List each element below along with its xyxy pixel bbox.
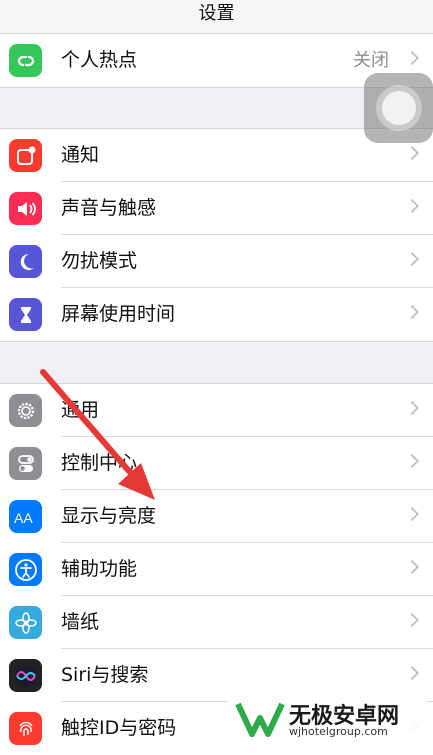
chevron-right-icon: [404, 50, 420, 66]
watermark-url: wjhotelgroup.com: [289, 725, 388, 738]
notifications-icon: [9, 139, 42, 172]
row-label: 通知: [61, 144, 100, 166]
hotspot-icon: [9, 44, 42, 77]
settings-row-sound[interactable]: 声音与触感: [0, 182, 433, 235]
watermark-logo-icon: [235, 702, 285, 737]
chevron-right-icon: [404, 198, 420, 214]
fingerprint-icon: [9, 712, 42, 745]
row-label: 控制中心: [61, 452, 138, 474]
assistive-touch-dot: [381, 91, 416, 125]
accessibility-icon: [9, 553, 42, 586]
row-label: 通用: [61, 399, 100, 421]
display-aa-icon: AA: [9, 500, 42, 533]
settings-row-do-not-disturb[interactable]: 勿扰模式: [0, 235, 433, 288]
siri-icon: [9, 659, 42, 692]
row-label: 墙纸: [61, 611, 100, 633]
row-label: 勿扰模式: [61, 250, 138, 272]
settings-row-wallpaper[interactable]: 墙纸: [0, 596, 433, 649]
settings-row-screen-time[interactable]: 屏幕使用时间: [0, 288, 433, 341]
watermark: 无极安卓网 wjhotelgroup.com: [227, 696, 427, 742]
moon-icon: [9, 245, 42, 278]
chevron-right-icon: [404, 506, 420, 522]
settings-row-control-center[interactable]: 控制中心: [0, 437, 433, 490]
chevron-right-icon: [404, 612, 420, 628]
settings-row-general[interactable]: 通用: [0, 384, 433, 437]
gear-icon: [9, 394, 42, 427]
svg-text:AA: AA: [14, 510, 33, 526]
toggles-icon: [9, 447, 42, 480]
row-label: 辅助功能: [61, 558, 138, 580]
row-label: 声音与触感: [61, 197, 157, 219]
chevron-right-icon: [404, 559, 420, 575]
chevron-right-icon: [404, 400, 420, 416]
row-label: 触控ID与密码: [61, 717, 177, 739]
group-notifications: 通知 声音与触感 勿扰模式 屏幕使用时间: [0, 128, 433, 342]
row-label: Siri与搜索: [61, 664, 149, 686]
settings-row-display[interactable]: AA 显示与亮度: [0, 490, 433, 543]
chevron-right-icon: [404, 304, 420, 320]
settings-row-siri[interactable]: Siri与搜索: [0, 649, 433, 702]
row-label: 显示与亮度: [61, 505, 157, 527]
settings-row-accessibility[interactable]: 辅助功能: [0, 543, 433, 596]
sound-icon: [9, 192, 42, 225]
hourglass-icon: [9, 298, 42, 331]
chevron-right-icon: [404, 665, 420, 681]
flower-icon: [9, 606, 42, 639]
chevron-right-icon: [404, 251, 420, 267]
assistive-touch-ring: [375, 85, 422, 131]
row-label: 屏幕使用时间: [61, 303, 176, 325]
nav-bar: 设置: [0, 0, 433, 35]
page-title: 设置: [198, 3, 235, 24]
chevron-right-icon: [404, 145, 420, 161]
chevron-right-icon: [404, 453, 420, 469]
assistive-touch-button[interactable]: [364, 73, 433, 143]
row-label: 个人热点: [61, 49, 138, 71]
